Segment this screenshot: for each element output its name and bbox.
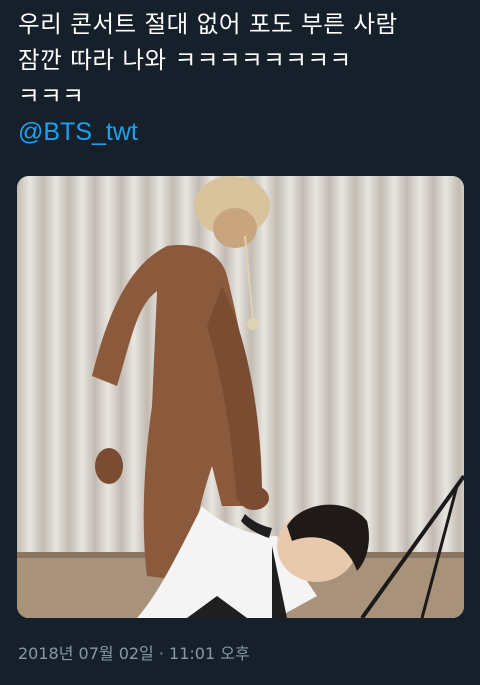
mention-link[interactable]: @BTS_twt <box>18 118 138 147</box>
tweet-photo[interactable] <box>17 176 464 618</box>
tweet-text: 우리 콘서트 절대 없어 포도 부른 사람 잠깐 따라 나와 ㅋㅋㅋㅋㅋㅋㅋㅋ … <box>18 10 398 110</box>
tweet-timestamp: 2018년 07월 02일 · 11:01 오후 <box>18 644 250 663</box>
photo-illustration <box>17 176 464 618</box>
